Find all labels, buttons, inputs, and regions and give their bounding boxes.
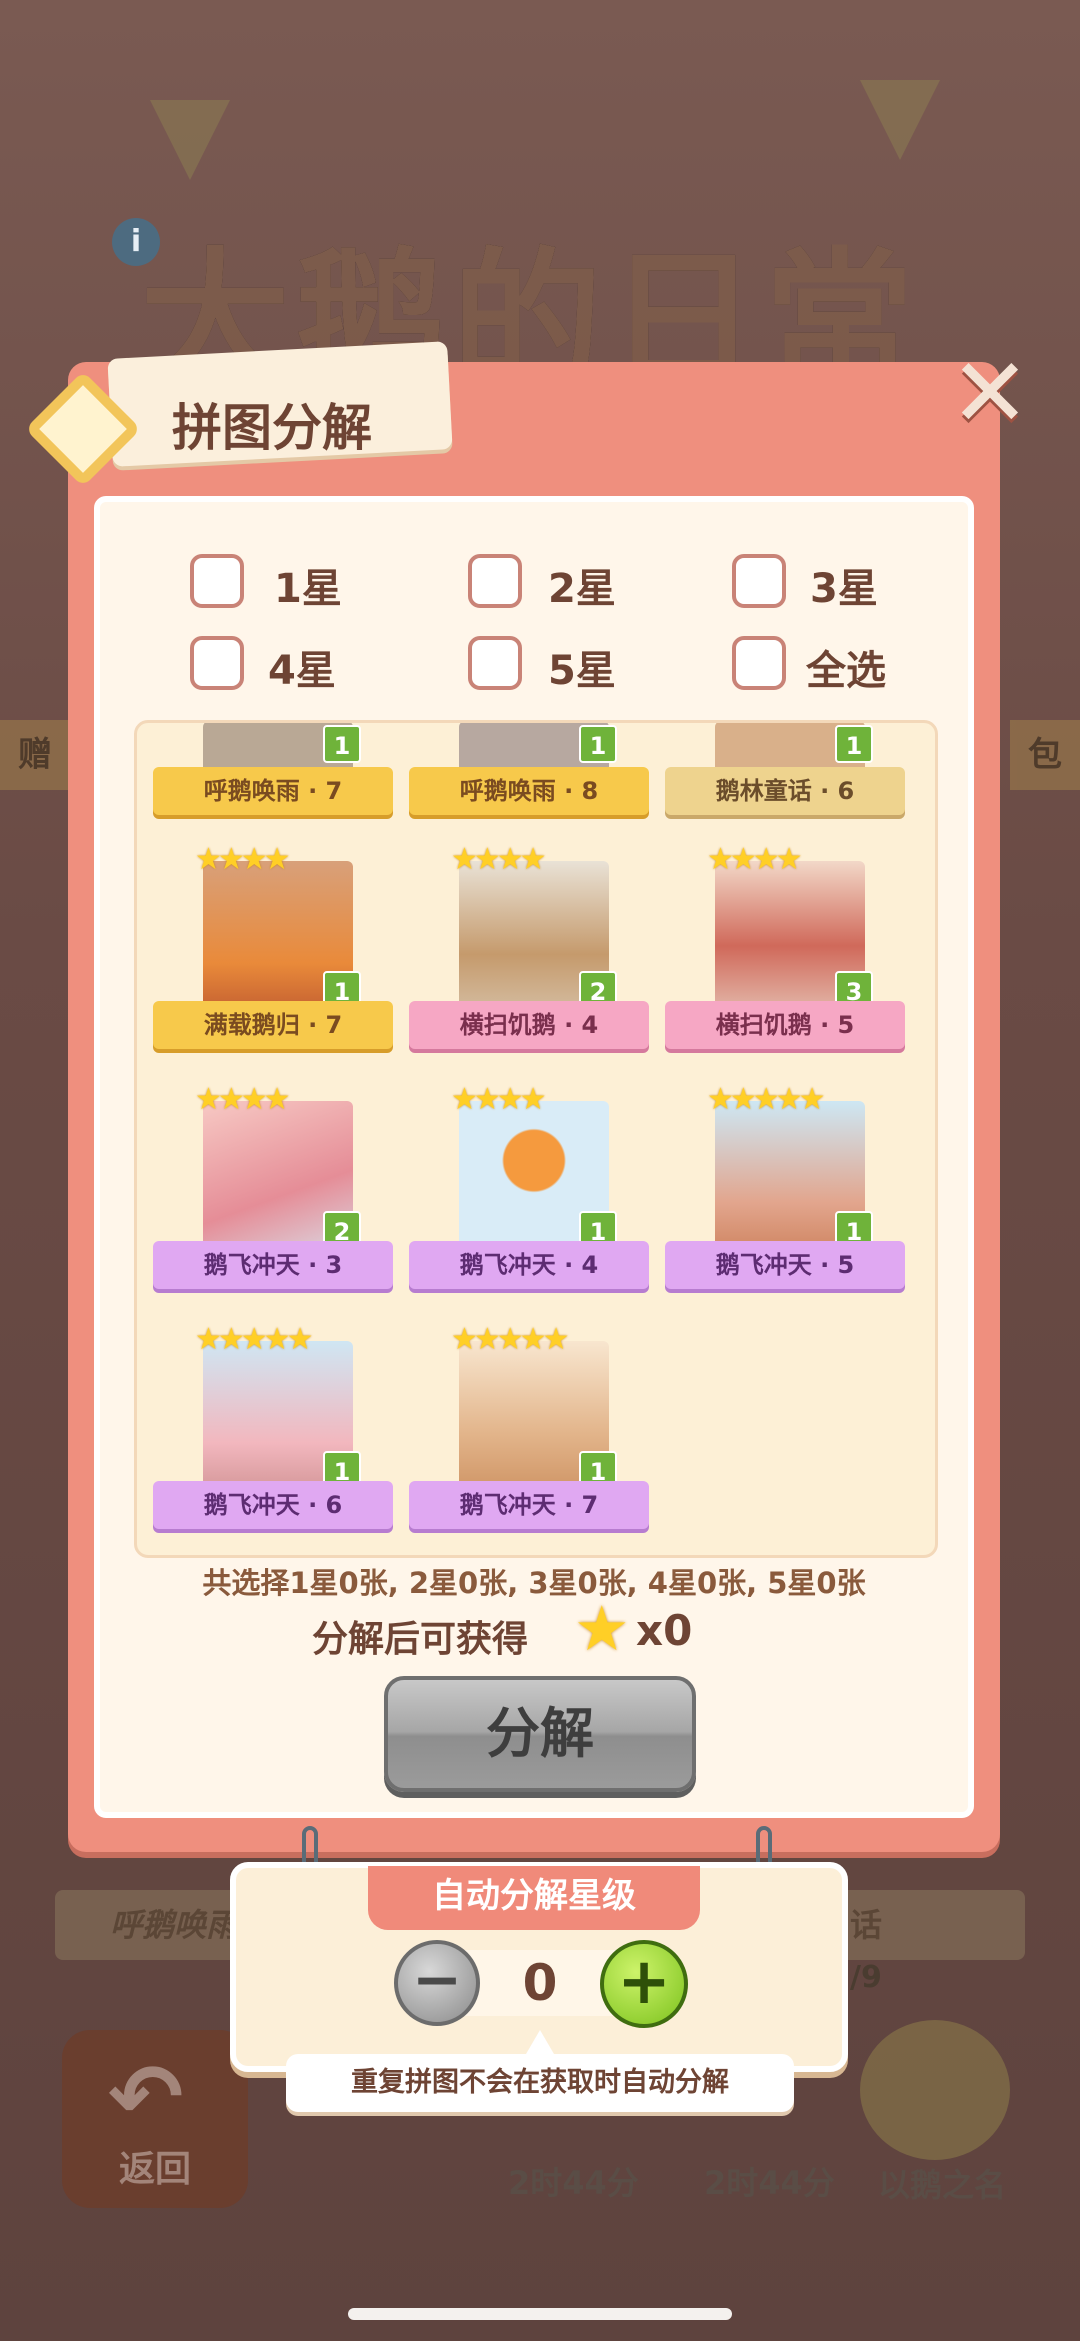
puzzle-card[interactable]: ★★★★★ 1 鹅飞冲天 · 5 [665,1081,905,1311]
puzzle-card[interactable]: ★★★★ 2 横扫饥鹅 · 4 [409,841,649,1071]
filter-4star-label: 4星 [268,648,336,694]
gain-value: x0 [636,1606,693,1655]
card-count-badge: 1 [835,725,873,763]
card-name: 满载鹅归 · 7 [153,1001,393,1049]
star-rating: ★★★★★ [451,1322,570,1357]
return-label: 返回 [118,2149,191,2190]
return-arrow-icon: ↶ [108,2045,184,2150]
bunting-flag [860,80,940,160]
puzzle-card[interactable]: ★★★★★ 1 鹅飞冲天 · 6 [153,1321,393,1551]
goose-avatar-icon [860,2020,1010,2160]
filter-2star-checkbox[interactable] [468,554,522,608]
select-all-checkbox[interactable] [732,636,786,690]
home-indicator[interactable] [348,2308,732,2320]
puzzle-card[interactable]: ★★★★ 1 鹅飞冲天 · 4 [409,1081,649,1311]
tooltip-pointer [526,2030,554,2054]
filter-1star-checkbox[interactable] [190,554,244,608]
star-rating: ★★★★ [195,842,291,877]
filter-5star-label: 5星 [548,648,616,694]
filter-1star-label: 1星 [274,566,342,612]
level-value: 0 [522,1954,558,2012]
star-rating: ★★★★ [195,1082,291,1117]
plus-button[interactable]: + [600,1940,688,2028]
star-rating: ★★★★ [707,842,803,877]
bunting-flag [150,100,230,180]
puzzle-card[interactable]: ★★★★ 3 横扫饥鹅 · 5 [665,841,905,1071]
select-all-label: 全选 [806,648,886,694]
background-strip-left: 呼鹅唤雨 [110,1906,239,1944]
gain-label: 分解后可获得 [312,1619,529,1660]
star-rating: ★★★★★ [707,1082,826,1117]
card-name: 鹅飞冲天 · 3 [153,1241,393,1289]
filter-3star-checkbox[interactable] [732,554,786,608]
card-name: 鹅飞冲天 · 5 [665,1241,905,1289]
side-tab-right: 包 [1010,720,1080,790]
puzzle-card[interactable]: ★★★★ 2 鹅飞冲天 · 3 [153,1081,393,1311]
background-strip-right: 话 [850,1906,883,1944]
close-icon[interactable]: ✕ [944,345,1036,442]
filter-3star-label: 3星 [810,566,878,612]
minus-button[interactable]: − [394,1940,480,2026]
dialog-title: 拼图分解 [172,399,372,457]
timer-1: 2时44分 [508,2164,639,2202]
selection-summary: 共选择1星0张, 2星0张, 3星0张, 4星0张, 5星0张 [202,1566,866,1600]
card-name: 鹅飞冲天 · 7 [409,1481,649,1529]
card-count-badge: 1 [579,725,617,763]
side-tab-left: 赠 [0,720,70,790]
star-rating: ★★★★★ [195,1322,314,1357]
card-name: 鹅飞冲天 · 6 [153,1481,393,1529]
decompose-button[interactable]: 分解 [384,1676,696,1792]
filter-2star-label: 2星 [548,566,616,612]
card-name: 呼鹅唤雨 · 7 [153,767,393,815]
card-name: 鹅林童话 · 6 [665,767,905,815]
card-name: 鹅飞冲天 · 4 [409,1241,649,1289]
card-name: 呼鹅唤雨 · 8 [409,767,649,815]
star-rating: ★★★★ [451,842,547,877]
filter-5star-checkbox[interactable] [468,636,522,690]
goose-name: 以鹅之名 [878,2166,1007,2204]
puzzle-card[interactable]: ★★★★ 1 满载鹅归 · 7 [153,841,393,1071]
auto-decompose-note: 重复拼图不会在获取时自动分解 [286,2054,794,2112]
star-icon: ★ [574,1592,630,1665]
puzzle-card[interactable]: ★★★★★ 1 鹅飞冲天 · 7 [409,1321,649,1551]
filter-4star-checkbox[interactable] [190,636,244,690]
card-count-badge: 1 [323,725,361,763]
puzzle-grid: 1 呼鹅唤雨 · 7 1 呼鹅唤雨 · 8 1 鹅林童话 · 6 ★★★★ 1 … [134,720,938,1558]
star-rating: ★★★★ [451,1082,547,1117]
auto-decompose-title: 自动分解星级 [368,1866,700,1930]
card-name: 横扫饥鹅 · 4 [409,1001,649,1049]
card-name: 横扫饥鹅 · 5 [665,1001,905,1049]
background-progress: /9 [850,1960,882,1995]
timer-2: 2时44分 [704,2164,835,2202]
